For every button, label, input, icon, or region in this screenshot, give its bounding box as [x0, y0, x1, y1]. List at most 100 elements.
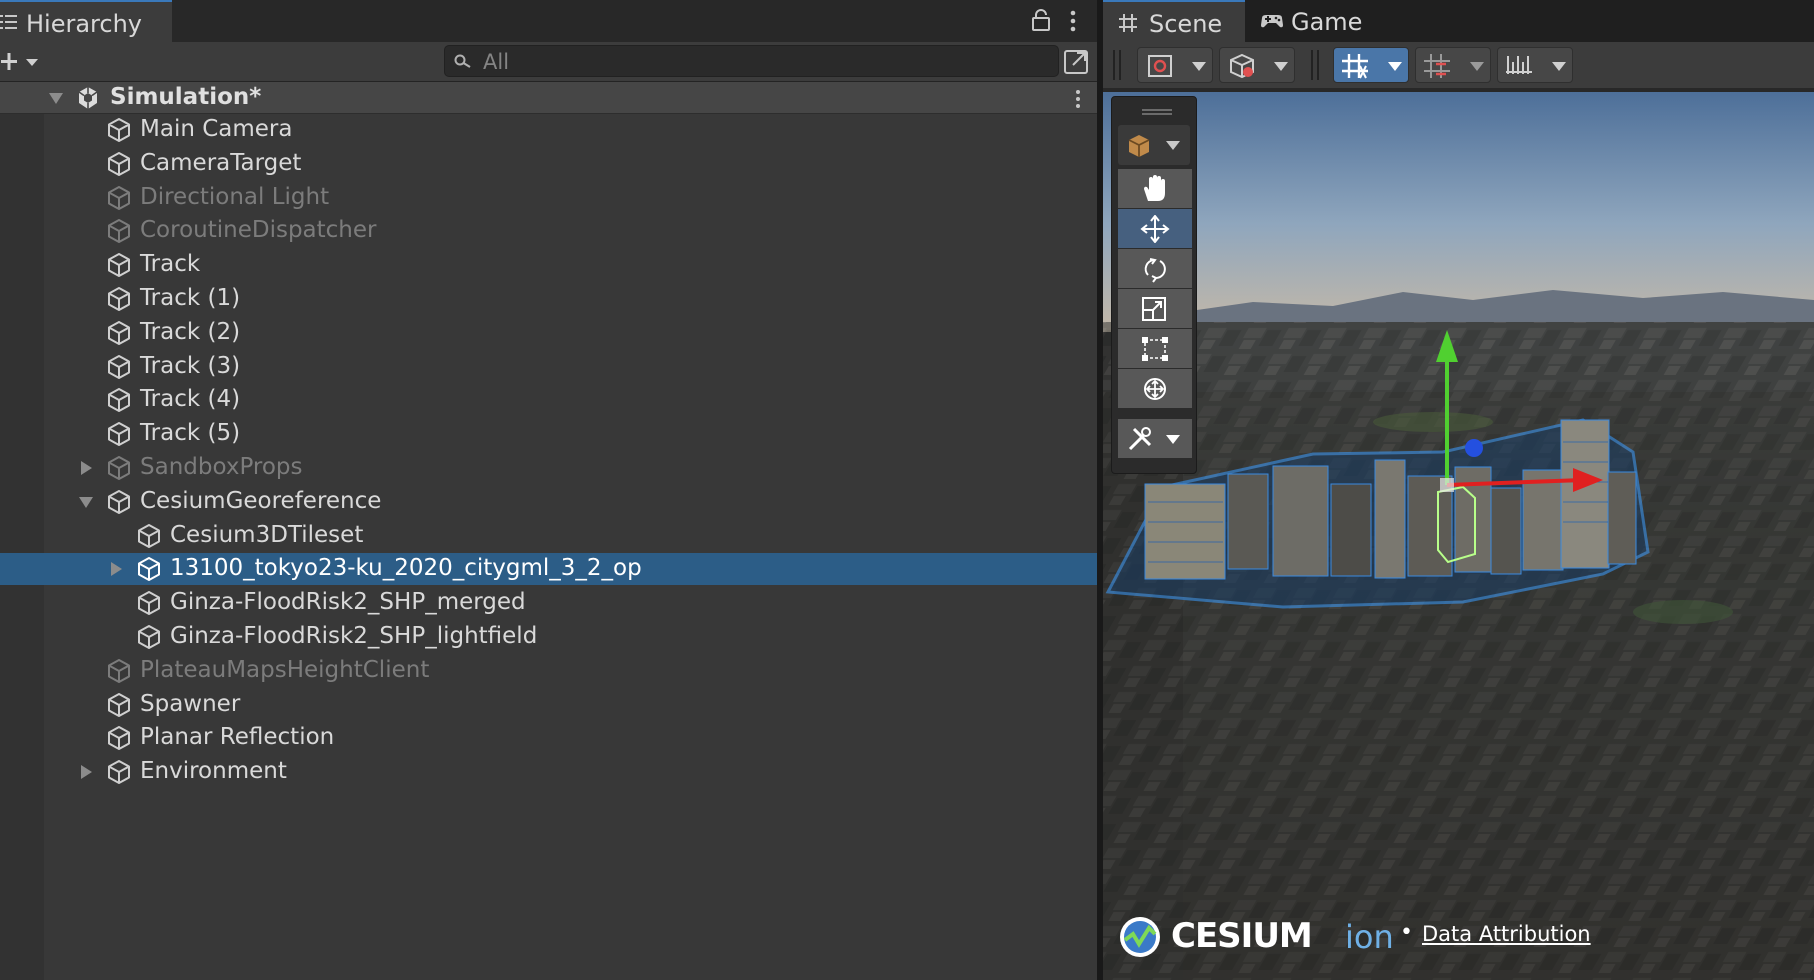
cesium-ion-wordmark: ion: [1345, 918, 1394, 956]
hierarchy-row[interactable]: Track (2): [0, 317, 1097, 349]
hierarchy-row[interactable]: Cesium3DTileset: [0, 520, 1097, 552]
gameobject-cube-icon: [108, 456, 130, 480]
hierarchy-row-label: Planar Reflection: [140, 724, 335, 751]
rect-tool-button[interactable]: [1118, 329, 1192, 369]
hierarchy-row-label: Ginza-FloodRisk2_SHP_lightfield: [170, 623, 538, 649]
gameobject-cube-icon: [108, 354, 130, 379]
scale-tool-button[interactable]: [1118, 289, 1192, 329]
expand-arrow-icon[interactable]: [108, 561, 124, 577]
hierarchy-row[interactable]: SandboxProps: [0, 452, 1097, 484]
hierarchy-search-field[interactable]: All: [444, 45, 1059, 77]
hierarchy-row-label: Cesium3DTileset: [170, 521, 364, 548]
tool-context-button[interactable]: [1118, 125, 1190, 165]
hierarchy-row-label: Ginza-FloodRisk2_SHP_merged: [170, 589, 526, 616]
tab-scene[interactable]: Scene: [1103, 0, 1245, 42]
scene-tab-bar: Scene Game: [1103, 0, 1814, 42]
create-add-button[interactable]: [0, 46, 48, 78]
toolbar-grip[interactable]: [1311, 50, 1319, 80]
rotate-tool-button[interactable]: [1118, 249, 1192, 289]
rotate-icon: [1144, 258, 1166, 283]
hierarchy-row[interactable]: Main Camera: [0, 114, 1097, 146]
hierarchy-row[interactable]: Environment: [0, 756, 1097, 788]
increment-snap-button[interactable]: [1415, 47, 1491, 83]
hierarchy-row[interactable]: CoroutineDispatcher: [0, 215, 1097, 247]
hierarchy-row-label: Track (3): [140, 352, 241, 379]
toolbar-grip[interactable]: [1113, 50, 1121, 80]
hierarchy-row[interactable]: 13100_tokyo23-ku_2020_citygml_3_2_op: [0, 553, 1097, 586]
dropdown-arrow-icon: [1470, 62, 1484, 71]
data-attribution-link[interactable]: Data Attribution: [1422, 922, 1591, 946]
hierarchy-row-label: Track: [140, 251, 201, 278]
hierarchy-row[interactable]: Track (3): [0, 351, 1097, 383]
tab-game[interactable]: Game: [1245, 0, 1369, 42]
gamepad-icon: [1261, 15, 1283, 28]
hierarchy-row-label: Main Camera: [140, 116, 293, 142]
hierarchy-row[interactable]: Track (1): [0, 283, 1097, 315]
gameobject-cube-icon: [138, 591, 160, 616]
gameobject-cube-icon: [108, 287, 130, 311]
hierarchy-row[interactable]: Track (5): [0, 418, 1097, 450]
hierarchy-tree: Simulation* Main Camera CameraTarget Direc…: [0, 82, 1097, 980]
hierarchy-row-label: Track (4): [140, 386, 241, 413]
hierarchy-tab-bar: Hierarchy: [0, 0, 1097, 42]
search-mode-icon[interactable]: [1062, 46, 1092, 76]
gameobject-cube-icon: [108, 388, 130, 413]
hierarchy-row[interactable]: Track (4): [0, 384, 1097, 416]
grid-snapping-icon: [1342, 54, 1368, 79]
overlay-drag-handle[interactable]: [1142, 109, 1172, 115]
hierarchy-row-label: Track (5): [140, 420, 241, 447]
draw-mode-button[interactable]: [1219, 47, 1295, 83]
tab-scene-label: Scene: [1149, 10, 1223, 38]
hierarchy-row[interactable]: Planar Reflection: [0, 722, 1097, 754]
expand-arrow-icon[interactable]: [78, 460, 94, 476]
hierarchy-row-label: Directional Light: [140, 183, 330, 210]
gameobject-cube-icon: [108, 658, 130, 683]
hand-tool-button[interactable]: [1118, 169, 1192, 209]
gameobject-cube-icon: [108, 320, 130, 345]
ruler-button[interactable]: [1497, 47, 1573, 83]
scene-header-row[interactable]: Simulation*: [0, 82, 1097, 114]
hierarchy-row-label: 13100_tokyo23-ku_2020_citygml_3_2_op: [170, 555, 642, 582]
tab-game-label: Game: [1291, 8, 1363, 36]
scale-icon: [1142, 297, 1166, 321]
gameobject-cube-icon: [108, 118, 130, 142]
hierarchy-row[interactable]: Spawner: [0, 689, 1097, 721]
scene-viewport[interactable]: CESIUM ion • Data Attribution: [1103, 92, 1814, 980]
gameobject-context-icon: [1128, 135, 1150, 157]
transform-all-icon: [1144, 378, 1166, 400]
grid-snapping-button[interactable]: [1333, 47, 1409, 83]
lock-icon[interactable]: [1030, 8, 1052, 32]
hierarchy-row[interactable]: Ginza-FloodRisk2_SHP_lightfield: [0, 621, 1097, 653]
search-icon: [454, 54, 471, 68]
gameobject-cube-icon: [108, 151, 130, 176]
scene-more-icon[interactable]: [1074, 88, 1082, 110]
hierarchy-row[interactable]: PlateauMapsHeightClient: [0, 655, 1097, 687]
hierarchy-row[interactable]: Ginza-FloodRisk2_SHP_merged: [0, 587, 1097, 619]
gameobject-cube-icon: [138, 625, 160, 649]
gameobject-cube-icon: [108, 726, 130, 751]
dropdown-arrow-icon: [1192, 62, 1206, 71]
hierarchy-row[interactable]: Directional Light: [0, 182, 1097, 214]
hand-icon: [1144, 175, 1165, 201]
credit-separator: •: [1400, 920, 1413, 945]
more-options-icon[interactable]: [1068, 10, 1078, 32]
dropdown-arrow-icon: [1552, 62, 1566, 71]
hierarchy-row[interactable]: Track: [0, 249, 1097, 281]
view-options-icon: [1148, 55, 1172, 77]
hierarchy-row[interactable]: CesiumGeoreference: [0, 486, 1097, 518]
dropdown-arrow-icon: [1274, 62, 1288, 71]
increment-snap-icon: [1424, 54, 1450, 78]
dropdown-arrow-icon: [1388, 62, 1402, 71]
custom-editor-tool-button[interactable]: [1118, 419, 1192, 459]
expand-arrow-icon[interactable]: [48, 90, 64, 106]
hierarchy-tab[interactable]: Hierarchy: [0, 0, 172, 42]
hierarchy-row[interactable]: CameraTarget: [0, 148, 1097, 180]
view-options-button[interactable]: [1137, 47, 1213, 83]
city-3d-view[interactable]: [1103, 92, 1814, 980]
move-arrows-icon: [1140, 215, 1170, 243]
gameobject-cube-icon: [138, 523, 160, 548]
collapse-arrow-icon[interactable]: [78, 494, 94, 510]
expand-arrow-icon[interactable]: [78, 764, 94, 780]
move-tool-button[interactable]: [1118, 209, 1192, 249]
transform-tool-button[interactable]: [1118, 369, 1192, 409]
